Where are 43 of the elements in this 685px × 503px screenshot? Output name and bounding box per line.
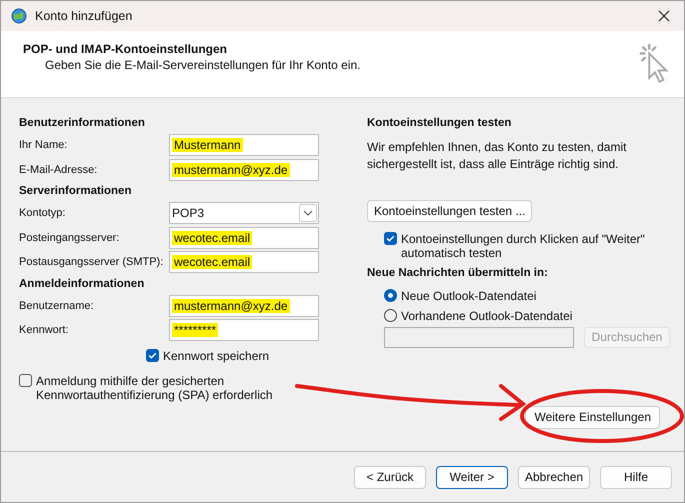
section-heading: Neue Nachrichten übermitteln in: <box>367 266 549 279</box>
input-field[interactable]: ********* <box>169 319 319 342</box>
input-field[interactable]: Mustermann <box>169 134 319 156</box>
input-field[interactable]: wecotec.email <box>169 226 319 249</box>
description-text: Wir empfehlen Ihnen, das Konto zu testen, damit sichergestellt ist, dass alle Einträge richtig sind. <box>367 139 628 174</box>
field-label: Ihr Name: <box>19 139 68 152</box>
dialog-button[interactable]: Abbrechen <box>518 466 590 488</box>
file-path-field[interactable] <box>384 326 574 348</box>
header-subtitle: Geben Sie die E-Mail-Servereinstellungen für Ihr Konto ein. <box>44 58 361 72</box>
field-label: E-Mail-Adresse: <box>19 164 98 176</box>
section-heading: Kontoeinstellungen testen <box>367 117 512 129</box>
header-title: POP- und IMAP-Kontoeinstellungen <box>23 42 228 56</box>
window-title: Konto hinzufügen <box>35 9 134 23</box>
checkbox[interactable] <box>19 374 32 386</box>
dialog-button[interactable]: Hilfe <box>600 466 672 488</box>
field-label: Kennwort: <box>19 324 70 336</box>
field-label: Kontotyp: <box>19 207 66 220</box>
test-settings-button[interactable]: Kontoeinstellungen testen ... <box>367 200 532 222</box>
section-heading: Serverinformationen <box>19 185 132 197</box>
checkbox-label: Kennwort speichern <box>163 348 270 362</box>
input-field[interactable]: mustermann@xyz.de <box>169 158 319 181</box>
globe-icon <box>11 8 27 24</box>
checkbox[interactable] <box>384 232 397 245</box>
section-heading: Anmeldeinformationen <box>19 278 146 290</box>
field-label: Benutzername: <box>19 300 95 312</box>
close-icon[interactable] <box>658 10 670 22</box>
radio-button[interactable] <box>384 289 397 302</box>
field-label: Posteingangsserver: <box>19 232 120 244</box>
checkbox[interactable] <box>146 348 159 362</box>
checkbox-label: Kontoeinstellungen durch Klicken auf "Weiter" automatisch testen <box>401 232 646 260</box>
checkbox-label: Anmeldung mithilfe der gesicherten Kennwortauthentifizierung (SPA) erforderlich <box>36 374 274 402</box>
input-field[interactable]: wecotec.email <box>169 251 319 274</box>
dialog-button[interactable]: Weiter > <box>436 466 508 488</box>
field-label: Postausgangsserver (SMTP): <box>19 256 164 268</box>
section-heading: Benutzerinformationen <box>19 117 146 129</box>
account-type-dropdown[interactable]: POP3 <box>169 202 319 224</box>
more-settings-button[interactable]: Weitere Einstellungen <box>525 406 660 429</box>
radio-button[interactable] <box>384 309 397 322</box>
chevron-down-icon <box>299 204 317 222</box>
radio-label: Vorhandene Outlook-Datendatei <box>401 308 572 323</box>
input-field[interactable]: mustermann@xyz.de <box>169 294 319 317</box>
radio-label: Neue Outlook-Datendatei <box>401 288 536 303</box>
dialog-button[interactable]: < Zurück <box>354 466 426 488</box>
